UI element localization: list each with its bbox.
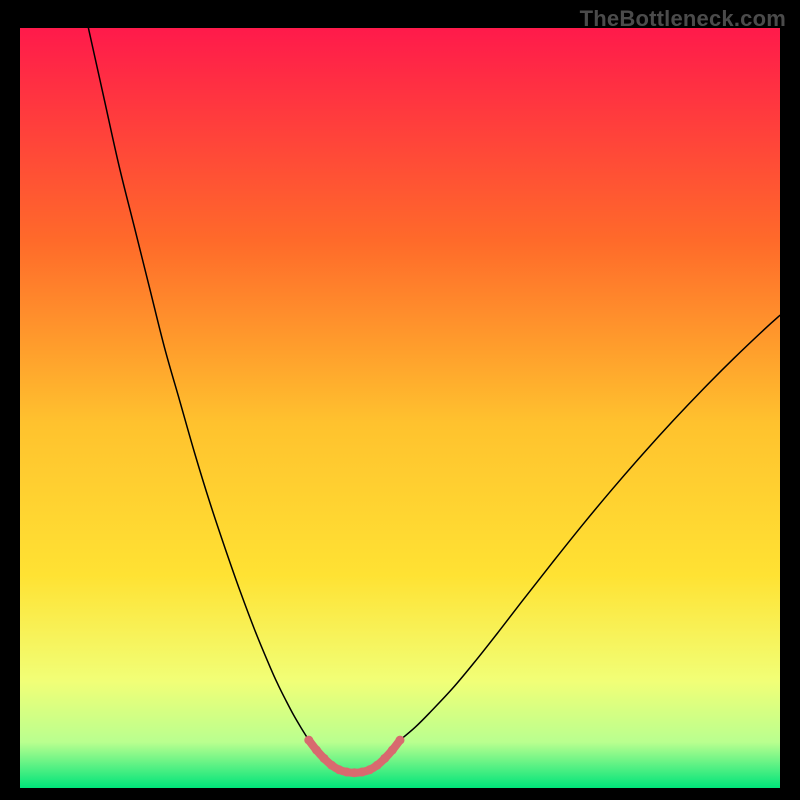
highlight-dot [380,754,389,763]
chart-container: TheBottleneck.com [0,0,800,800]
watermark-text: TheBottleneck.com [580,6,786,32]
highlight-dot [350,768,359,777]
gradient-background [20,28,780,788]
highlight-dot [365,765,374,774]
plot-area [20,28,780,788]
highlight-dot [327,761,336,770]
highlight-dot [335,765,344,774]
highlight-dot [358,768,367,777]
highlight-dot [388,746,397,755]
chart-svg [20,28,780,788]
highlight-dot [320,754,329,763]
highlight-dot [396,736,405,745]
highlight-dot [342,768,351,777]
highlight-dot [312,746,321,755]
highlight-dot [373,761,382,770]
highlight-dot [304,736,313,745]
